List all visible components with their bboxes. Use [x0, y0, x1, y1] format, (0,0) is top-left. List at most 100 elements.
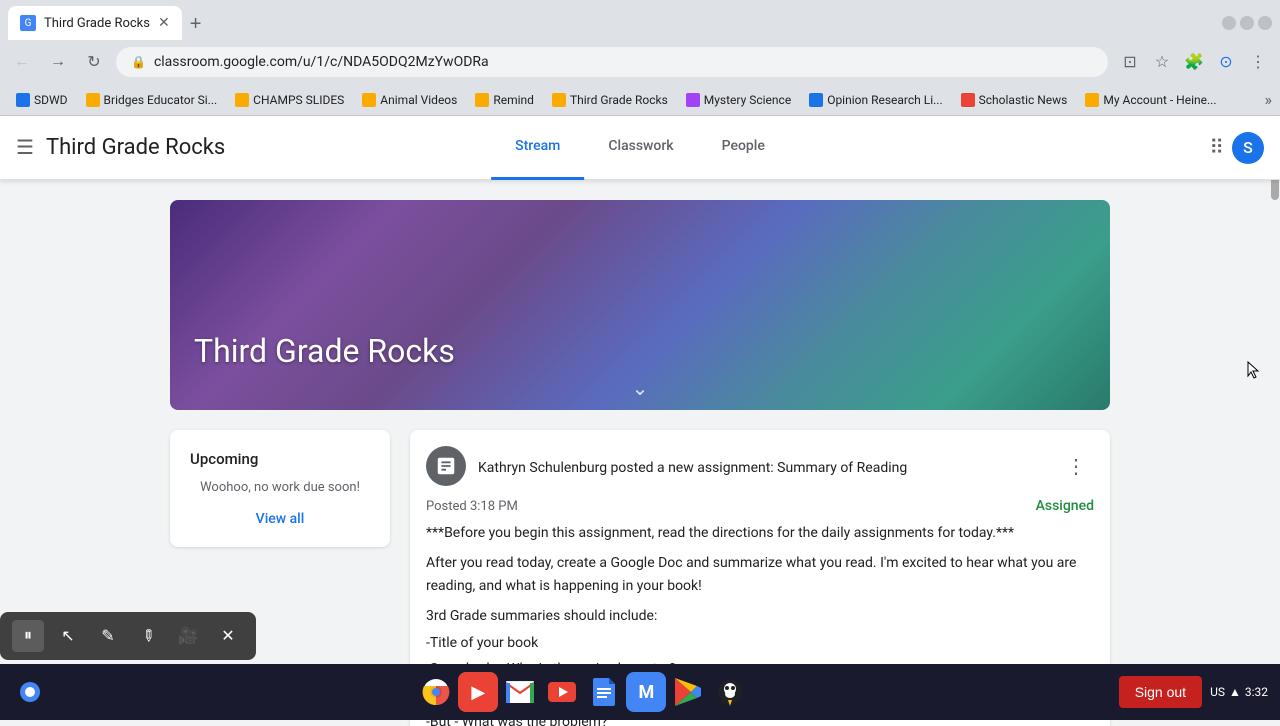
- cast-icon[interactable]: ⊡: [1116, 48, 1144, 76]
- bookmark-third-grade[interactable]: Third Grade Rocks: [544, 91, 676, 109]
- profile-icon[interactable]: ⊙: [1212, 48, 1240, 76]
- upcoming-card: Upcoming Woohoo, no work due soon! View …: [170, 430, 390, 547]
- minimize-btn[interactable]: [1222, 16, 1236, 30]
- taskbar-crostini[interactable]: [710, 672, 750, 712]
- tab-close-btn[interactable]: ✕: [158, 15, 170, 31]
- post-timestamp-row: Posted 3:18 PM Assigned: [426, 498, 1094, 514]
- taskbar-docs[interactable]: [584, 672, 624, 712]
- bookmark-bridges[interactable]: Bridges Educator Si...: [78, 91, 226, 109]
- address-bar[interactable]: 🔒 classroom.google.com/u/1/c/NDA5ODQ2MzY…: [116, 47, 1108, 77]
- taskbar-youtube[interactable]: [542, 672, 582, 712]
- bookmark-mystery-science[interactable]: Mystery Science: [678, 91, 799, 109]
- user-avatar[interactable]: S: [1232, 132, 1264, 164]
- classroom-title: Third Grade Rocks: [46, 135, 225, 160]
- browser-toolbar: ← → ↻ 🔒 classroom.google.com/u/1/c/NDA5O…: [0, 40, 1280, 84]
- classroom-header: ☰ Third Grade Rocks Stream Classwork Peo…: [0, 116, 1280, 180]
- bookmark-opinion-icon: [809, 93, 823, 107]
- bookmark-animal-videos[interactable]: Animal Videos: [354, 91, 465, 109]
- float-close-btn[interactable]: ✕: [212, 620, 244, 652]
- menu-icon[interactable]: ⋮: [1244, 48, 1272, 76]
- float-pause-btn[interactable]: ⏸: [12, 620, 44, 652]
- bookmark-remind[interactable]: Remind: [467, 91, 542, 109]
- new-tab-btn[interactable]: +: [182, 9, 210, 40]
- banner-chevron-btn[interactable]: ⌄: [632, 376, 649, 400]
- taskbar-time: 3:32: [1245, 685, 1268, 699]
- browser-chrome: G Third Grade Rocks ✕ + ← → ↻ 🔒 classroo…: [0, 0, 1280, 116]
- taskbar-right: Sign out US ▲ 3:32: [1119, 676, 1268, 708]
- post-assignment-icon: [426, 446, 466, 486]
- sign-out-btn[interactable]: Sign out: [1119, 676, 1202, 708]
- maximize-btn[interactable]: [1240, 16, 1254, 30]
- apps-grid-btn[interactable]: ⠿: [1209, 135, 1224, 160]
- view-all-btn[interactable]: View all: [190, 511, 370, 527]
- bookmark-champs[interactable]: CHAMPS SLIDES: [227, 91, 352, 109]
- scrollbar-area: [1270, 110, 1280, 664]
- forward-btn[interactable]: →: [44, 48, 72, 76]
- tab-people[interactable]: People: [698, 116, 789, 180]
- taskbar-play-store[interactable]: [668, 672, 708, 712]
- taskbar-m-app[interactable]: M: [626, 672, 666, 712]
- bookmark-scholastic-icon: [961, 93, 975, 107]
- class-banner: Third Grade Rocks ⌄: [170, 200, 1110, 410]
- upcoming-title: Upcoming: [190, 450, 370, 468]
- bookmark-sdwd-icon: [16, 93, 30, 107]
- bookmark-tgr-icon: [552, 93, 566, 107]
- post-line-1: ***Before you begin this assignment, rea…: [426, 522, 1094, 544]
- bookmark-champs-icon: [235, 93, 249, 107]
- bookmark-bridges-icon: [86, 93, 100, 107]
- tab-title: Third Grade Rocks: [44, 16, 150, 31]
- tab-classwork[interactable]: Classwork: [584, 116, 697, 180]
- bookmark-animal-icon: [362, 93, 376, 107]
- active-tab[interactable]: G Third Grade Rocks ✕: [8, 6, 182, 40]
- hamburger-menu-btn[interactable]: ☰: [16, 135, 34, 160]
- taskbar: ▶: [0, 664, 1280, 720]
- taskbar-signal: ▲: [1229, 685, 1241, 699]
- back-btn[interactable]: ←: [8, 48, 36, 76]
- post-more-options-btn[interactable]: ⋮: [1058, 448, 1094, 484]
- bookmarks-bar: SDWD Bridges Educator Si... CHAMPS SLIDE…: [0, 84, 1280, 116]
- bookmark-sdwd[interactable]: SDWD: [8, 91, 76, 109]
- close-btn[interactable]: [1258, 16, 1272, 30]
- bookmark-opinion-research[interactable]: Opinion Research Li...: [801, 91, 950, 109]
- post-line-3: 3rd Grade summaries should include:: [426, 605, 1094, 627]
- taskbar-left: [12, 674, 48, 710]
- title-bar: G Third Grade Rocks ✕ +: [0, 0, 1280, 40]
- toolbar-icons: ⊡ ☆ 🧩 ⊙ ⋮: [1116, 48, 1272, 76]
- upcoming-empty-message: Woohoo, no work due soon!: [190, 480, 370, 495]
- bookmark-my-account[interactable]: My Account - Heine...: [1077, 91, 1224, 109]
- float-camera-btn[interactable]: 🎥: [172, 620, 204, 652]
- floating-toolbar: ⏸ ↖ ✎ ✎ 🎥 ✕: [0, 612, 256, 660]
- lock-icon: 🔒: [131, 55, 146, 69]
- banner-title: Third Grade Rocks: [194, 332, 455, 370]
- post-timestamp: Posted 3:18 PM: [426, 499, 518, 514]
- bookmark-myacct-icon: [1085, 93, 1099, 107]
- taskbar-locale: US: [1210, 685, 1225, 699]
- post-header: Kathryn Schulenburg posted a new assignm…: [410, 430, 1110, 498]
- window-controls: [1222, 16, 1272, 30]
- tab-favicon: G: [20, 15, 36, 31]
- taskbar-chrome[interactable]: [416, 672, 456, 712]
- reload-btn[interactable]: ↻: [80, 48, 108, 76]
- taskbar-apps: ▶: [52, 672, 1115, 712]
- bookmark-remind-icon: [475, 93, 489, 107]
- bookmark-scholastic[interactable]: Scholastic News: [953, 91, 1076, 109]
- tab-bar: G Third Grade Rocks ✕ +: [8, 6, 209, 40]
- extensions-icon[interactable]: 🧩: [1180, 48, 1208, 76]
- post-line-2: After you read today, create a Google Do…: [426, 552, 1094, 597]
- float-cursor-btn[interactable]: ↖: [52, 620, 84, 652]
- bookmark-star-icon[interactable]: ☆: [1148, 48, 1176, 76]
- post-line-4: -Title of your book: [426, 632, 1094, 654]
- header-tabs: Stream Classwork People: [491, 116, 789, 180]
- tab-stream[interactable]: Stream: [491, 116, 584, 180]
- float-pen-btn[interactable]: ✎: [92, 620, 124, 652]
- system-menu-icon[interactable]: [12, 674, 48, 710]
- float-marker-btn[interactable]: ✎: [125, 613, 170, 658]
- address-text: classroom.google.com/u/1/c/NDA5ODQ2MzYwO…: [154, 54, 489, 70]
- taskbar-status: US ▲ 3:32: [1210, 685, 1268, 699]
- header-actions: ⠿ S: [1209, 132, 1264, 164]
- post-author-text: Kathryn Schulenburg posted a new assignm…: [478, 460, 907, 476]
- taskbar-screencast[interactable]: ▶: [458, 672, 498, 712]
- bookmarks-more-btn[interactable]: »: [1265, 90, 1273, 109]
- assigned-badge: Assigned: [1036, 498, 1094, 514]
- taskbar-gmail[interactable]: [500, 672, 540, 712]
